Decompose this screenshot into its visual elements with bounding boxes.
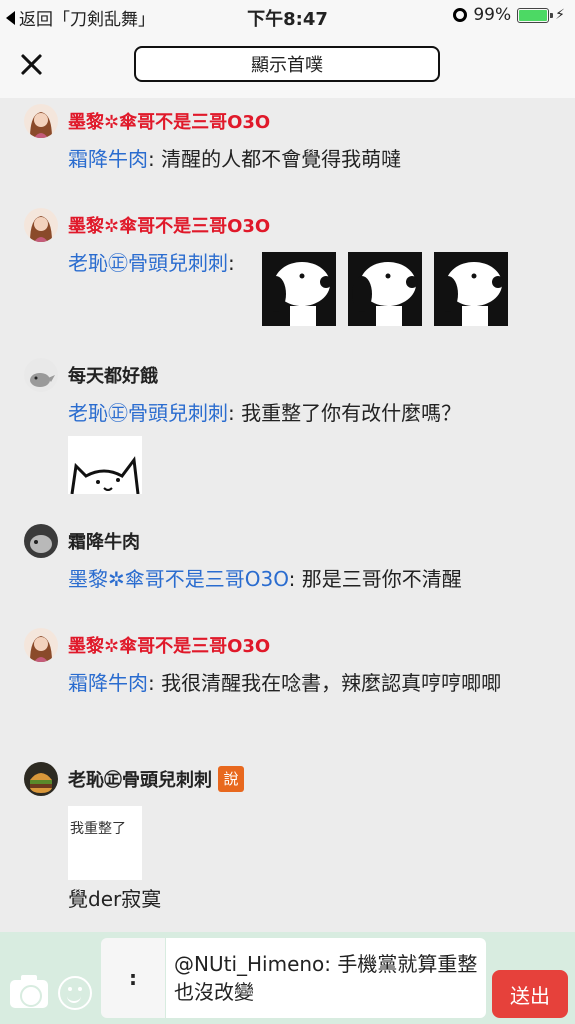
response-content: 清醒的人都不會覺得我萌噠 xyxy=(161,147,402,171)
snoopy-sticker-image[interactable] xyxy=(434,252,508,326)
reply-mention[interactable]: 老恥㊣骨頭兒刺刺 xyxy=(68,401,228,425)
reply-mention[interactable]: 老恥㊣骨頭兒刺刺 xyxy=(68,251,228,275)
avatar[interactable] xyxy=(24,104,58,138)
camera-icon[interactable] xyxy=(10,975,48,1008)
response-feed[interactable]: 墨黎✲傘哥不是三哥O3O 霜降牛肉: 清醒的人都不會覺得我萌噠 墨黎✲傘哥不是三… xyxy=(0,98,575,932)
send-button[interactable]: 送出 xyxy=(492,970,568,1018)
reply-input-bar: : @NUti_Himeno: 手機黨就算重整也沒改變 送出 xyxy=(0,932,575,1024)
response-content: 那是三哥你不清醒 xyxy=(301,567,462,591)
username[interactable]: 每天都好餓 xyxy=(68,362,158,388)
avatar[interactable] xyxy=(24,524,58,558)
response-text: 墨黎✲傘哥不是三哥O3O: 那是三哥你不清醒 xyxy=(68,567,462,591)
response-content: 我很清醒我在唸書，辣麼認真哼哼唧唧 xyxy=(161,671,502,695)
reply-mention[interactable]: 霜降牛肉 xyxy=(68,147,148,171)
reply-mention[interactable]: 墨黎✲傘哥不是三哥O3O xyxy=(68,567,289,591)
response-text: 霜降牛肉: 我很清醒我在唸書，辣麼認真哼哼唧唧 xyxy=(68,671,502,695)
screenshot-caption: 我重整了 xyxy=(70,821,126,837)
reply-mention[interactable]: 霜降牛肉 xyxy=(68,671,148,695)
qualifier-badge: 說 xyxy=(218,766,244,792)
battery-icon xyxy=(517,7,554,23)
response-content: 覺der寂寞 xyxy=(68,887,162,911)
response-content: 我重整了你有改什麼嗎？ xyxy=(241,401,462,425)
avatar[interactable] xyxy=(24,762,58,796)
screenshot-image[interactable]: 我重整了 xyxy=(68,806,142,880)
alarm-icon xyxy=(453,8,468,22)
battery-percent: 99% xyxy=(473,5,512,25)
emoticon-icon[interactable] xyxy=(58,976,92,1010)
username[interactable]: 墨黎✲傘哥不是三哥O3O xyxy=(68,108,270,134)
username[interactable]: 墨黎✲傘哥不是三哥O3O xyxy=(68,632,270,658)
show-first-plurk-button[interactable]: 顯示首噗 xyxy=(134,46,440,82)
charging-icon: ⚡ xyxy=(555,7,565,23)
username[interactable]: 霜降牛肉 xyxy=(68,528,140,554)
response-text: 老恥㊣骨頭兒刺刺: xyxy=(68,251,235,275)
username[interactable]: 老恥㊣骨頭兒刺刺 xyxy=(68,766,212,792)
avatar[interactable] xyxy=(24,208,58,242)
close-icon[interactable] xyxy=(14,48,48,82)
response-text: 覺der寂寞 xyxy=(68,884,548,915)
snoopy-sticker-image[interactable] xyxy=(348,252,422,326)
username[interactable]: 墨黎✲傘哥不是三哥O3O xyxy=(68,212,270,238)
header: 顯示首噗 xyxy=(0,32,575,98)
avatar[interactable] xyxy=(24,358,58,392)
avatar[interactable] xyxy=(24,628,58,662)
snoopy-sticker-image[interactable] xyxy=(262,252,336,326)
response-text: 霜降牛肉: 清醒的人都不會覺得我萌噠 xyxy=(68,147,402,171)
sticker-row xyxy=(262,252,508,326)
qualifier-select[interactable]: : xyxy=(101,938,165,1018)
response-text: 老恥㊣骨頭兒刺刺: 我重整了你有改什麼嗎？ xyxy=(68,401,462,425)
reply-input[interactable]: @NUti_Himeno: 手機黨就算重整也沒改變 xyxy=(166,938,486,1018)
status-bar: 返回「刀剣乱舞」 下午8:47 99% ⚡ xyxy=(0,0,575,32)
cat-sticker-image[interactable] xyxy=(68,436,142,494)
